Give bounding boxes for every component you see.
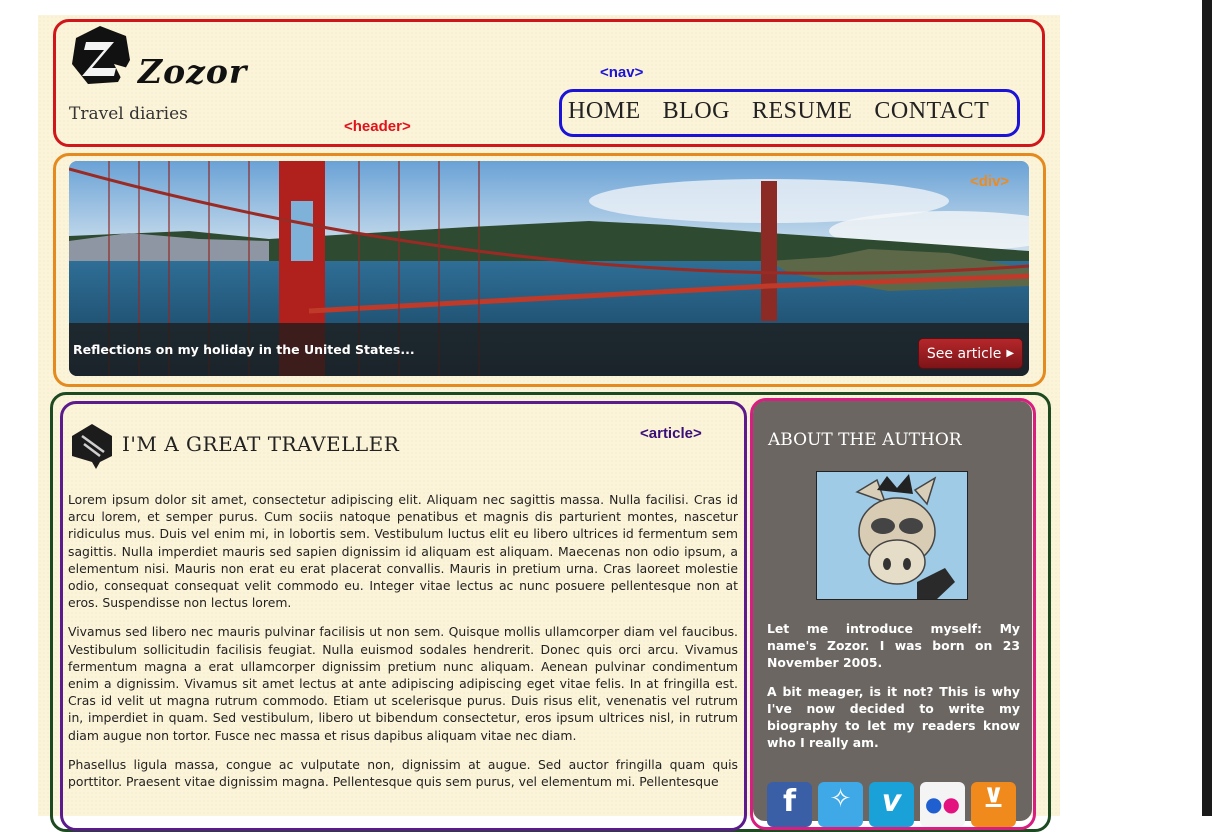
header-tag-label: <header>: [344, 118, 411, 135]
see-article-label: See article: [926, 345, 1002, 362]
nav-item-blog[interactable]: BLOG: [663, 98, 730, 125]
article-tag-label: <article>: [640, 425, 702, 442]
social-links: f ✧ v ● ● ⊻: [767, 782, 1016, 827]
site-logo-text[interactable]: Zozor: [138, 52, 247, 91]
see-article-button[interactable]: See article ▶: [918, 338, 1023, 369]
zozor-logo-icon[interactable]: [70, 24, 132, 86]
vimeo-icon[interactable]: v: [869, 782, 914, 827]
div-tag-label: <div>: [970, 173, 1010, 190]
article-paragraph: Phasellus ligula massa, congue ac vulput…: [68, 756, 738, 790]
author-avatar: [816, 471, 968, 600]
aside-paragraph: Let me introduce myself: My name's Zozor…: [767, 621, 1020, 670]
facebook-icon[interactable]: f: [767, 782, 812, 827]
site-tagline: Travel diaries: [69, 104, 188, 124]
article-paragraph: Lorem ipsum dolor sit amet, consectetur …: [68, 492, 738, 611]
main-nav: HOME BLOG RESUME CONTACT: [568, 98, 989, 125]
zozor-donkey-image: [817, 472, 967, 599]
aside-text: Let me introduce myself: My name's Zozor…: [767, 620, 1020, 763]
banner-caption: Reflections on my holiday in the United …: [73, 342, 415, 357]
article-paragraph: Vivamus sed libero nec mauris pulvinar f…: [68, 624, 738, 743]
aside-outline: [750, 398, 1036, 830]
article-title: I'M A GREAT TRAVELLER: [122, 432, 400, 456]
flickr-icon[interactable]: ● ●: [920, 782, 965, 827]
aside-title: ABOUT THE AUTHOR: [768, 430, 962, 450]
article-body: Lorem ipsum dolor sit amet, consectetur …: [68, 491, 738, 802]
twitter-icon[interactable]: ✧: [818, 782, 863, 827]
triangle-right-icon: ▶: [1006, 348, 1015, 359]
nav-tag-label: <nav>: [600, 64, 644, 81]
scrollbar[interactable]: [1202, 0, 1212, 816]
nav-item-home[interactable]: HOME: [568, 98, 641, 125]
aside-paragraph: A bit meager, is it not? This is why I'v…: [767, 684, 1020, 750]
quill-icon: [72, 424, 112, 469]
nav-item-resume[interactable]: RESUME: [752, 98, 852, 125]
nav-item-contact[interactable]: CONTACT: [874, 98, 989, 125]
rss-icon[interactable]: ⊻: [971, 782, 1016, 827]
